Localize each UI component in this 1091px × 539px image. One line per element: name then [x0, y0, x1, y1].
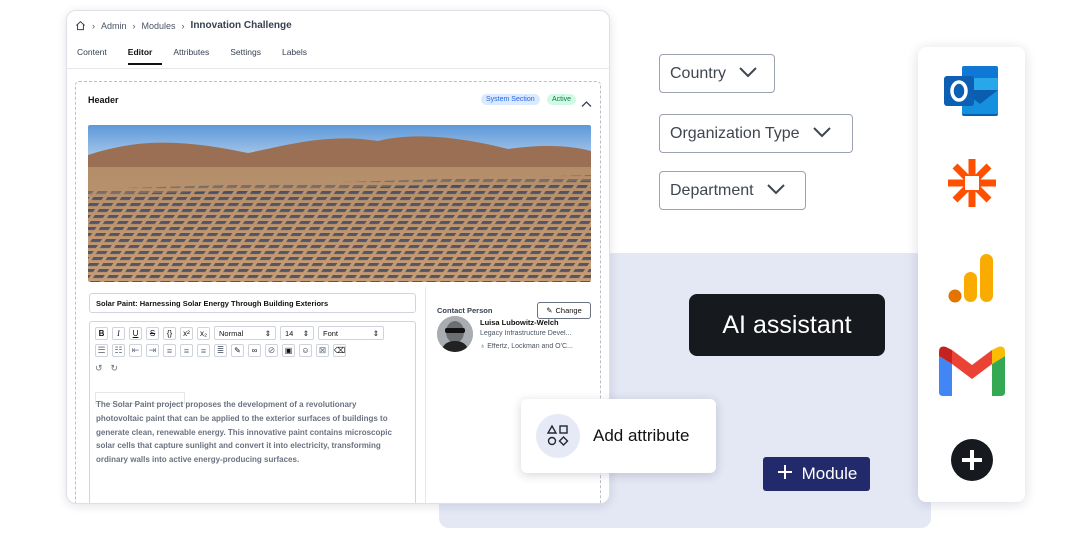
numbered-list-icon[interactable]: ☷ [112, 344, 125, 357]
contact-name: Luisa Lubowitz-Welch [480, 318, 559, 327]
align-center-icon[interactable]: ≡ [180, 344, 193, 357]
chevron-down-icon [738, 65, 758, 83]
paragraph-style-select[interactable]: Normal ⇕ [214, 326, 276, 340]
add-attribute-button[interactable]: Add attribute [521, 399, 716, 473]
align-justify-icon[interactable]: ≣ [214, 344, 227, 357]
ai-assistant-button[interactable]: AI assistant [689, 294, 885, 356]
avatar [437, 316, 473, 352]
contact-role: Legacy Infrastructure Devel... [480, 330, 572, 337]
integrations-panel [918, 47, 1025, 502]
module-button-label: Module [801, 464, 858, 483]
formatting-toolbar-row-2: ☰ ☷ ⇤ ⇥ ≡ ≡ ≡ ≣ ✎ ∞ ⊘ ▣ ☺ ⊠ ⌫ [95, 344, 346, 357]
contact-organization: ♁ Effertz, Lockman and O'C... [480, 343, 592, 350]
redo-icon[interactable]: ↻ [111, 363, 119, 374]
home-icon[interactable] [75, 20, 86, 31]
department-filter[interactable]: Department [659, 171, 806, 210]
chevron-right-icon: › [181, 20, 185, 31]
align-right-icon[interactable]: ≡ [197, 344, 210, 357]
tab-editor[interactable]: Editor [127, 47, 163, 65]
image-icon[interactable]: ▣ [282, 344, 295, 357]
chevron-down-icon [766, 182, 786, 200]
paragraph-style-value: Normal [219, 328, 244, 338]
column-divider [425, 287, 426, 503]
emoji-icon[interactable]: ☺ [299, 344, 312, 357]
active-badge: Active [547, 94, 577, 105]
bold-icon[interactable]: B [95, 326, 108, 340]
rich-text-editor: B I U S {} x² x₂ Normal ⇕ 14 ⇕ Font ⇕ ☰ ☷ ⇤… [89, 321, 416, 503]
history-toolbar: ↺ ↻ [95, 363, 118, 374]
contact-person-label: Contact Person [437, 306, 493, 315]
change-contact-button[interactable]: ✎ Change [537, 302, 591, 319]
select-arrows-icon: ⇕ [264, 328, 271, 338]
strikethrough-icon[interactable]: S [146, 326, 159, 340]
plus-icon [776, 463, 794, 486]
font-size-select[interactable]: 14 ⇕ [280, 326, 314, 340]
outlook-icon[interactable] [942, 64, 1000, 123]
link-icon[interactable]: ∞ [248, 344, 261, 357]
shapes-icon [536, 414, 580, 458]
chevron-right-icon: › [92, 20, 95, 31]
underline-icon[interactable]: U [129, 326, 142, 340]
section-title: Header [88, 95, 119, 105]
google-analytics-icon[interactable] [948, 252, 996, 309]
tab-attributes[interactable]: Attributes [173, 47, 219, 65]
tab-labels[interactable]: Labels [282, 47, 317, 65]
bullet-list-icon[interactable]: ☰ [95, 344, 108, 357]
indent-increase-icon[interactable]: ⇥ [146, 344, 159, 357]
font-size-value: 14 [285, 328, 294, 338]
department-filter-label: Department [670, 181, 754, 199]
media-icon[interactable]: ⊠ [316, 344, 329, 357]
chevron-down-icon [812, 125, 832, 143]
font-value: Font [323, 328, 339, 338]
country-filter-label: Country [670, 64, 727, 82]
organization-type-filter-label: Organization Type [670, 124, 800, 142]
add-module-button[interactable]: Module [763, 457, 870, 491]
change-button-label: Change [555, 306, 582, 315]
code-icon[interactable]: {} [163, 326, 176, 340]
indent-decrease-icon[interactable]: ⇤ [129, 344, 142, 357]
tab-settings[interactable]: Settings [230, 47, 271, 65]
clear-format-icon[interactable]: ⌫ [333, 344, 346, 357]
tabs-divider [67, 68, 609, 69]
select-arrows-icon: ⇕ [302, 328, 309, 338]
font-select[interactable]: Font ⇕ [318, 326, 384, 340]
chevron-right-icon: › [132, 20, 136, 31]
text-color-icon[interactable]: ✎ [231, 344, 244, 357]
organization-type-filter[interactable]: Organization Type [659, 114, 853, 153]
contact-organization-text: Effertz, Lockman and O'C... [487, 343, 573, 350]
tab-content[interactable]: Content [77, 47, 117, 65]
add-integration-icon[interactable] [950, 438, 994, 487]
breadcrumb-item-admin[interactable]: Admin [101, 21, 127, 31]
breadcrumb-item-modules[interactable]: Modules [142, 21, 176, 31]
document-title-field[interactable]: Solar Paint: Harnessing Solar Energy Thr… [89, 293, 416, 313]
breadcrumb-current: Innovation Challenge [190, 20, 292, 31]
align-left-icon[interactable]: ≡ [163, 344, 176, 357]
unlink-icon[interactable]: ⊘ [265, 344, 278, 357]
add-attribute-label: Add attribute [593, 426, 690, 445]
tab-bar: Content Editor Attributes Settings Label… [77, 47, 328, 65]
system-section-badge: System Section [481, 94, 540, 105]
zapier-icon[interactable] [946, 157, 998, 214]
breadcrumb: › Admin › Modules › Innovation Challenge [75, 20, 292, 31]
italic-icon[interactable]: I [112, 326, 125, 340]
select-arrows-icon: ⇕ [372, 328, 379, 338]
country-filter[interactable]: Country [659, 54, 775, 93]
formatting-toolbar: B I U S {} x² x₂ Normal ⇕ 14 ⇕ Font ⇕ [95, 326, 384, 340]
chevron-up-icon[interactable] [581, 95, 592, 113]
superscript-icon[interactable]: x² [180, 326, 193, 340]
editor-body-text[interactable]: The Solar Paint project proposes the dev… [96, 398, 402, 467]
gmail-icon[interactable] [937, 344, 1007, 403]
subscript-icon[interactable]: x₂ [197, 326, 210, 340]
pencil-icon: ✎ [546, 306, 553, 315]
undo-icon[interactable]: ↺ [95, 363, 103, 374]
solar-farm-image [88, 125, 591, 282]
